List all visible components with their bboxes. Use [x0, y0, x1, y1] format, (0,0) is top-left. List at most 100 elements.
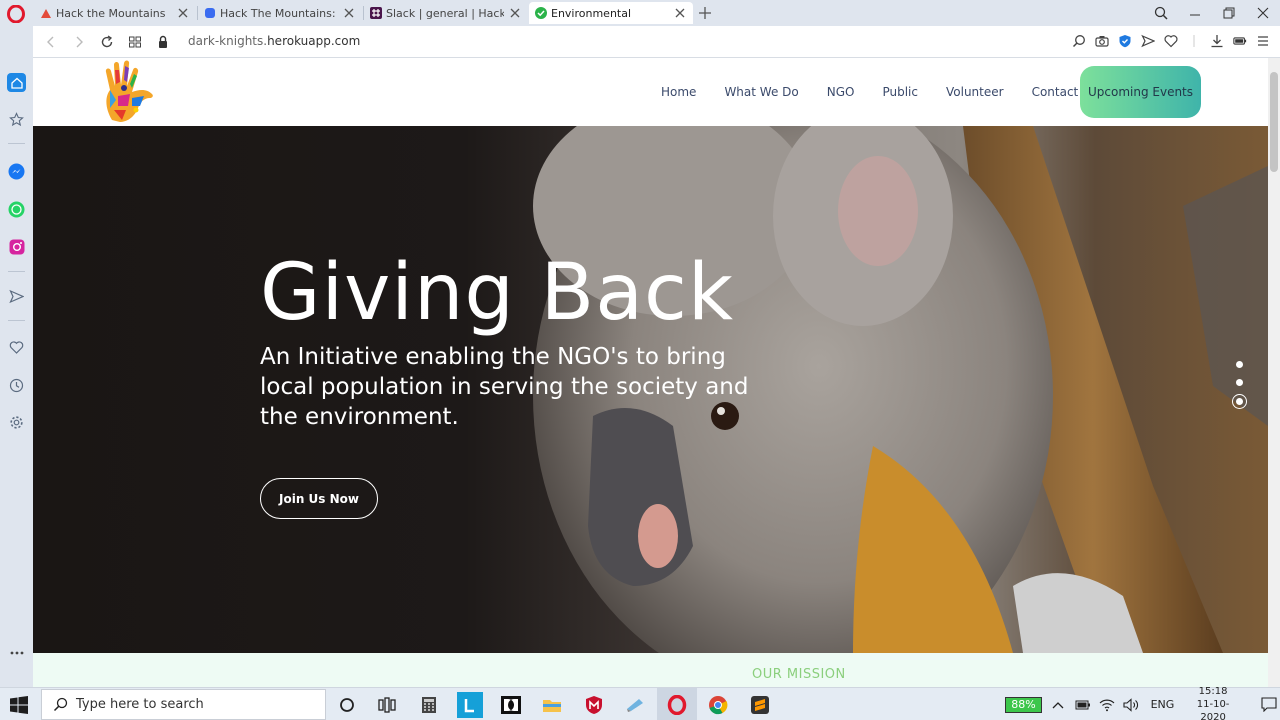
bookmark-heart-icon[interactable] — [1164, 34, 1178, 48]
tab-title: Slack | general | Hack the M — [386, 6, 504, 20]
dolby-icon[interactable] — [498, 692, 524, 718]
menu-lines-icon[interactable] — [1256, 34, 1270, 48]
speed-dial-grid-icon[interactable] — [127, 34, 143, 50]
task-view-icon[interactable] — [374, 692, 400, 718]
tab-strip: Hack the Mountains Hack The Mountains: D… — [0, 0, 1280, 26]
close-tab-icon[interactable] — [342, 6, 356, 20]
send-flow-icon[interactable] — [1141, 34, 1155, 48]
windows-start-icon[interactable] — [10, 696, 28, 714]
battery-saver-icon[interactable] — [1233, 34, 1247, 48]
close-tab-icon[interactable] — [673, 6, 687, 20]
battery-indicator[interactable]: 88% — [1005, 696, 1043, 713]
devpost-icon — [204, 7, 216, 19]
instagram-icon[interactable] — [7, 237, 26, 256]
join-us-now-button[interactable]: Join Us Now — [260, 478, 378, 519]
hero-slider: Giving Back An Initiative enabling the N… — [33, 126, 1268, 653]
window-controls — [1144, 0, 1280, 26]
sidebar-divider — [8, 320, 25, 321]
minimize-icon[interactable] — [1178, 0, 1212, 26]
opera-sidebar — [0, 58, 33, 687]
mountain-icon — [40, 7, 52, 19]
reload-icon[interactable] — [99, 34, 115, 50]
messenger-icon[interactable] — [7, 162, 26, 181]
close-tab-icon[interactable] — [508, 6, 522, 20]
star-icon[interactable] — [7, 110, 26, 129]
forward-icon[interactable] — [71, 34, 87, 50]
whatsapp-icon[interactable] — [7, 200, 26, 219]
download-icon[interactable] — [1210, 34, 1224, 48]
camera-snapshot-icon[interactable] — [1095, 34, 1109, 48]
slack-icon — [370, 7, 382, 19]
home-icon[interactable] — [7, 73, 26, 92]
mission-title: OUR MISSION — [752, 667, 846, 682]
check-circle-icon — [535, 7, 547, 19]
sidebar-divider — [8, 271, 25, 272]
heart-icon[interactable] — [7, 338, 26, 357]
language-indicator[interactable]: ENG — [1151, 698, 1175, 711]
windows-taskbar: Type here to search 88% ENG 15:18 11-10-… — [0, 685, 1280, 720]
sidebar-divider — [8, 143, 25, 144]
nav-volunteer-link[interactable]: Volunteer — [946, 85, 1004, 99]
close-window-icon[interactable] — [1246, 0, 1280, 26]
tab-dashboard[interactable]: Hack The Mountains: Dash — [198, 2, 362, 24]
app-l-icon[interactable] — [457, 692, 483, 718]
nav-menu: Home What We Do NGO Public Volunteer Con… — [661, 58, 1078, 126]
history-clock-icon[interactable] — [7, 376, 26, 395]
nav-ngo-link[interactable]: NGO — [827, 85, 855, 99]
file-explorer-icon[interactable] — [539, 692, 565, 718]
taskbar-search-box[interactable]: Type here to search — [41, 689, 326, 720]
search-icon — [52, 697, 68, 713]
flow-send-icon[interactable] — [7, 287, 26, 306]
vpn-shield-icon[interactable] — [1118, 34, 1132, 48]
tab-environmental[interactable]: Environmental — [529, 2, 693, 24]
opera-taskbar-icon[interactable] — [664, 692, 690, 718]
nav-home-link[interactable]: Home — [661, 85, 696, 99]
colorful-hand-logo[interactable] — [98, 60, 158, 124]
lock-icon[interactable] — [155, 34, 171, 50]
nav-what-we-do-link[interactable]: What We Do — [724, 85, 798, 99]
tab-search-icon[interactable] — [1144, 0, 1178, 26]
hero-title: Giving Back — [260, 248, 735, 338]
close-tab-icon[interactable] — [176, 6, 190, 20]
battery-icon[interactable] — [1075, 695, 1091, 715]
tab-slack[interactable]: Slack | general | Hack the M — [364, 2, 528, 24]
web-page: Home What We Do NGO Public Volunteer Con… — [33, 58, 1268, 687]
chrome-icon[interactable] — [705, 692, 731, 718]
tab-title: Environmental — [551, 6, 632, 20]
settings-gear-icon[interactable] — [7, 413, 26, 432]
slide-indicator-3-active[interactable] — [1232, 394, 1247, 409]
nav-contact-link[interactable]: Contact — [1032, 85, 1079, 99]
cortana-circle-icon[interactable] — [334, 692, 360, 718]
wifi-icon[interactable] — [1099, 695, 1115, 715]
app-tile-icon[interactable] — [622, 692, 648, 718]
site-navbar: Home What We Do NGO Public Volunteer Con… — [33, 58, 1268, 126]
scrollbar-thumb[interactable] — [1270, 72, 1278, 172]
calculator-icon[interactable] — [416, 692, 442, 718]
sublime-text-icon[interactable] — [747, 692, 773, 718]
upcoming-events-button[interactable]: Upcoming Events — [1080, 66, 1201, 118]
volume-icon[interactable] — [1123, 695, 1139, 715]
mcafee-shield-icon[interactable] — [581, 692, 607, 718]
hero-subtitle: An Initiative enabling the NGO's to brin… — [260, 344, 749, 430]
url-field[interactable]: dark-knights.herokuapp.com — [188, 34, 360, 48]
more-dots-icon[interactable] — [7, 643, 26, 662]
page-scrollbar[interactable] — [1268, 58, 1280, 687]
system-tray: 88% ENG 15:18 11-10-2020 — [1005, 685, 1280, 720]
notification-icon[interactable] — [1258, 695, 1280, 715]
chevron-up-icon[interactable] — [1050, 695, 1067, 715]
opera-logo-icon[interactable] — [6, 4, 26, 24]
clock[interactable]: 15:18 11-10-2020 — [1186, 685, 1240, 720]
nav-public-link[interactable]: Public — [882, 85, 918, 99]
search-placeholder: Type here to search — [76, 697, 204, 712]
new-tab-plus-icon[interactable] — [697, 5, 713, 21]
tab-hack-the-mountains[interactable]: Hack the Mountains — [34, 2, 196, 24]
restore-icon[interactable] — [1212, 0, 1246, 26]
divider-icon — [1187, 34, 1201, 48]
slide-indicator-2[interactable] — [1236, 379, 1243, 386]
page-search-icon[interactable] — [1072, 34, 1086, 48]
tab-title: Hack The Mountains: Dash — [220, 6, 338, 20]
slide-indicator-1[interactable] — [1236, 361, 1243, 368]
url-subdomain: dark-knights. — [188, 34, 268, 48]
back-icon[interactable] — [43, 34, 59, 50]
clock-date: 11-10-2020 — [1196, 699, 1230, 720]
